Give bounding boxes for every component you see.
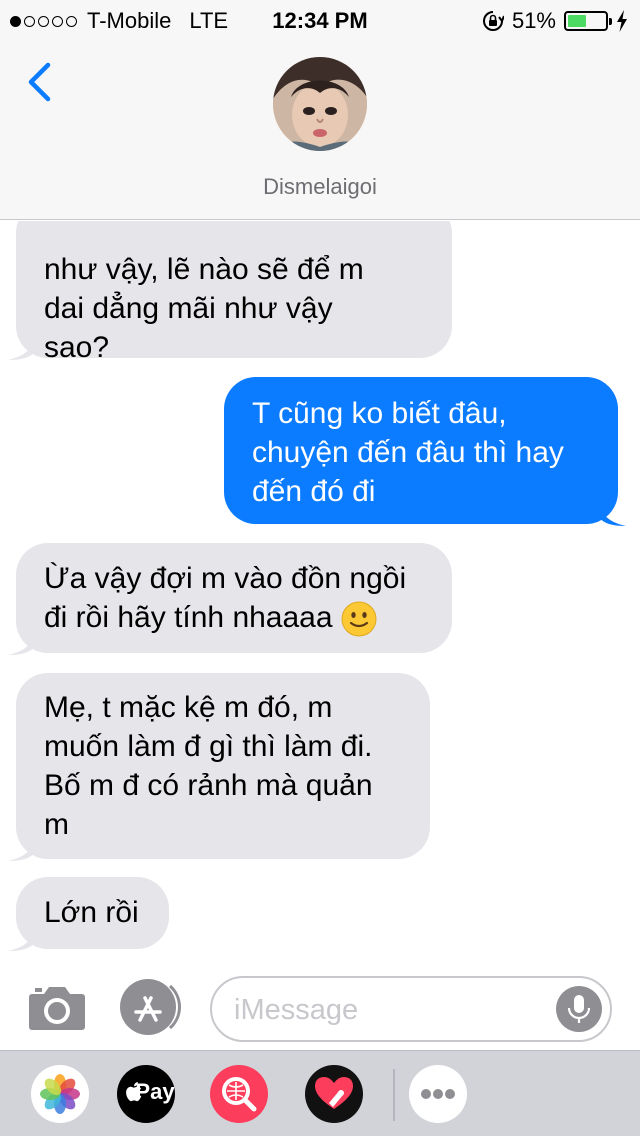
message-list[interactable]: như vậy, lẽ nào sẽ để m dai dẳng mãi như… [0, 221, 640, 961]
camera-button[interactable] [28, 982, 86, 1032]
apple-pay-button[interactable]: Pay [117, 1065, 175, 1123]
imessage-field[interactable] [210, 976, 612, 1042]
camera-icon [29, 987, 85, 1030]
bubble-tail [8, 835, 34, 861]
bubble-tail [600, 500, 626, 526]
message-line: dai dẳng mãi như vậy [44, 292, 333, 325]
back-button[interactable] [22, 62, 62, 102]
image-search-button[interactable] [210, 1065, 268, 1123]
message-line: chuyện đến đâu thì hay [252, 436, 564, 469]
dictation-button[interactable] [556, 986, 602, 1032]
imessage-app-drawer: Pay [0, 1050, 640, 1136]
photos-app-icon [40, 1074, 80, 1114]
bubble-tail [8, 629, 34, 655]
message-line: Bố m đ có rảnh mà quản [44, 769, 373, 802]
message-line: như vậy, lẽ nào sẽ để m [44, 253, 364, 286]
app-store-button[interactable] [118, 976, 182, 1038]
message-line: Ừa vậy đợi m vào đồn ngồi [44, 562, 407, 595]
charging-bolt-icon [617, 10, 627, 32]
digital-touch-button[interactable] [305, 1065, 363, 1123]
message-line: Mẹ, t mặc kệ m đó, m [44, 691, 333, 724]
battery-percent: 51% [511, 8, 556, 33]
contact-avatar[interactable] [273, 57, 367, 151]
apple-pay-label: Pay [135, 1079, 175, 1104]
message-line: m [44, 808, 69, 841]
slightly-smiling-face-icon [341, 601, 377, 637]
chevron-left-icon [28, 62, 51, 102]
image-search-icon [222, 1077, 257, 1112]
message-bubble-incoming[interactable]: Lớn rồi [8, 877, 169, 951]
bubble-tail [8, 925, 34, 951]
message-bubble-incoming[interactable]: như vậy, lẽ nào sẽ để m dai dẳng mãi như… [8, 221, 452, 364]
battery-icon [564, 11, 612, 31]
app-store-icon [120, 979, 181, 1035]
rotation-lock-icon [482, 11, 504, 31]
status-bar: T-Mobile LTE 12:34 PM 51% [0, 0, 640, 40]
message-line: đi rồi hãy tính nhaaaa [44, 601, 333, 634]
photos-app-button[interactable] [31, 1065, 89, 1123]
message-bubble-incoming[interactable]: Ừa vậy đợi m vào đồn ngồi đi rồi hãy tín… [8, 543, 452, 655]
message-line: sao? [44, 331, 110, 364]
more-apps-icon [421, 1089, 455, 1099]
message-line: đến đó đi [252, 475, 376, 508]
drawer-divider [393, 1069, 395, 1121]
digital-touch-icon [315, 1077, 353, 1109]
conversation-header: Dismelaigoi [0, 40, 640, 220]
more-apps-button[interactable] [409, 1065, 467, 1123]
message-bubble-incoming[interactable]: Mẹ, t mặc kệ m đó, m muốn làm đ gì thì l… [8, 673, 430, 861]
microphone-icon [567, 995, 591, 1023]
message-bubble-outgoing[interactable]: T cũng ko biết đâu, chuyện đến đâu thì h… [224, 377, 626, 526]
avatar-photo [273, 57, 367, 151]
status-right: 51% [482, 8, 628, 34]
message-input[interactable] [234, 990, 554, 1030]
bubble-tail [8, 334, 34, 360]
message-line: muốn làm đ gì thì làm đi. [44, 730, 373, 763]
contact-name[interactable]: Dismelaigoi [0, 174, 640, 200]
compose-bar [0, 962, 640, 1050]
message-line: Lớn rồi [44, 896, 139, 929]
message-line: T cũng ko biết đâu, [252, 397, 507, 430]
